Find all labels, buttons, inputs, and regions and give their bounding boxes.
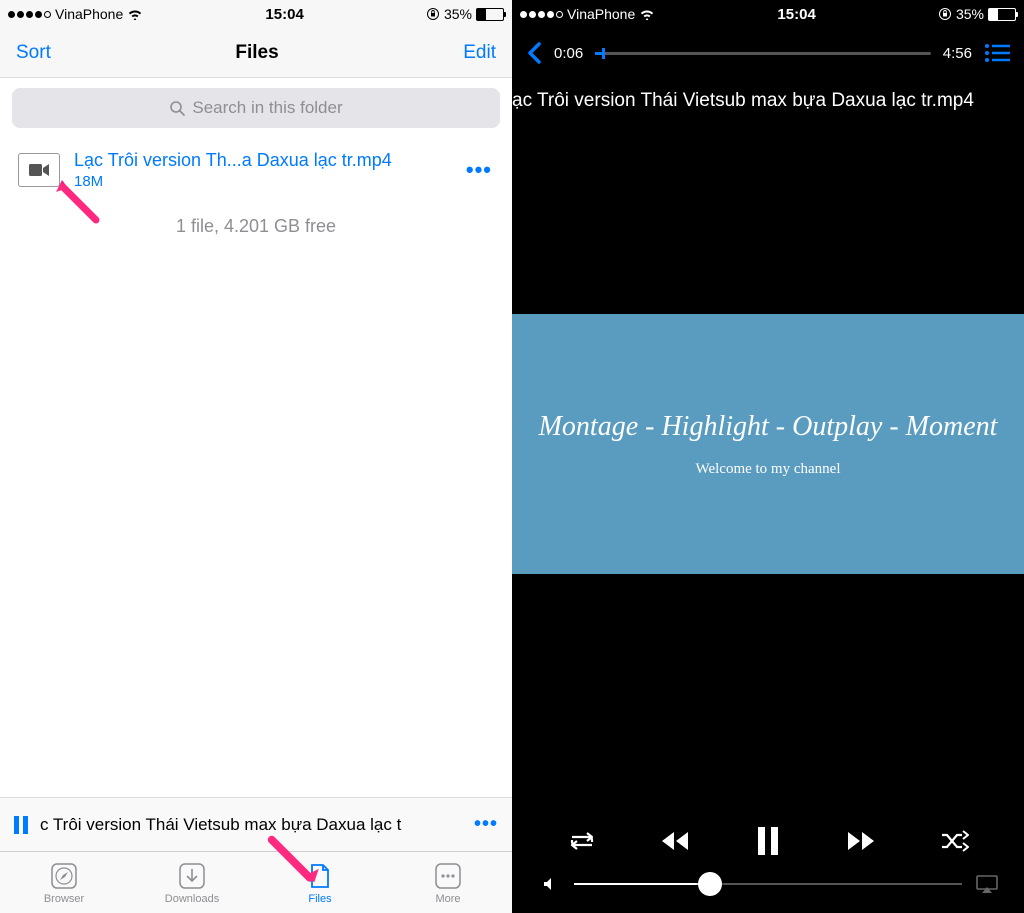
rewind-button[interactable] (655, 821, 695, 861)
search-placeholder: Search in this folder (192, 98, 342, 118)
tab-downloads[interactable]: Downloads (128, 852, 256, 913)
orientation-lock-icon (426, 7, 440, 21)
carrier-label: VinaPhone (567, 6, 635, 22)
carrier-label: VinaPhone (55, 6, 123, 22)
video-frame: Montage - Highlight - Outplay - Moment W… (512, 314, 1024, 574)
download-icon (177, 861, 207, 891)
pause-button[interactable] (748, 821, 788, 861)
airplay-button[interactable] (976, 875, 994, 893)
time-total: 4:56 (943, 45, 972, 62)
orientation-lock-icon (938, 7, 952, 21)
file-more-button[interactable]: ••• (458, 157, 500, 183)
seek-slider[interactable] (595, 52, 931, 55)
file-name: Lạc Trôi version Th...a Daxua lạc tr.mp4 (74, 150, 444, 171)
player-screen: VinaPhone 15:04 35% 0:06 4:56 ạc Trôi ve… (512, 0, 1024, 913)
wifi-icon (639, 8, 655, 20)
signal-strength (8, 11, 51, 18)
player-top-bar: 0:06 4:56 (512, 28, 1024, 78)
files-screen: VinaPhone 15:04 35% Sort Files Edit Sear… (0, 0, 512, 913)
back-button[interactable] (526, 41, 542, 65)
player-filename: ạc Trôi version Thái Vietsub max bựa Dax… (512, 78, 1024, 124)
more-icon (433, 861, 463, 891)
repeat-button[interactable] (562, 821, 602, 861)
forward-button[interactable] (841, 821, 881, 861)
search-input[interactable]: Search in this folder (12, 88, 500, 128)
volume-slider[interactable] (574, 883, 962, 885)
compass-icon (49, 861, 79, 891)
now-playing-bar[interactable]: c Trôi version Thái Vietsub max bựa Daxu… (0, 797, 512, 851)
battery-pct: 35% (956, 6, 984, 22)
clock: 15:04 (143, 6, 426, 23)
page-title: Files (235, 42, 278, 64)
battery-icon (988, 8, 1016, 21)
clock: 15:04 (655, 6, 938, 23)
video-overlay-subtitle: Welcome to my channel (696, 461, 841, 478)
tab-bar: Browser Downloads Files More (0, 851, 512, 913)
status-bar: VinaPhone 15:04 35% (0, 0, 512, 28)
status-bar: VinaPhone 15:04 35% (512, 0, 1024, 28)
tab-browser[interactable]: Browser (0, 852, 128, 913)
playlist-button[interactable] (984, 43, 1010, 63)
pause-icon[interactable] (14, 816, 28, 834)
now-playing-title: c Trôi version Thái Vietsub max bựa Daxu… (40, 815, 462, 835)
battery-icon (476, 8, 504, 21)
edit-button[interactable]: Edit (463, 42, 496, 64)
battery-pct: 35% (444, 6, 472, 22)
file-size: 18M (74, 173, 444, 190)
sort-button[interactable]: Sort (16, 42, 51, 64)
tab-more[interactable]: More (384, 852, 512, 913)
wifi-icon (127, 8, 143, 20)
nav-bar: Sort Files Edit (0, 28, 512, 78)
search-icon (169, 100, 186, 117)
shuffle-button[interactable] (934, 821, 974, 861)
video-viewport[interactable]: Montage - Highlight - Outplay - Moment W… (512, 124, 1024, 799)
signal-strength (520, 11, 563, 18)
now-playing-more-button[interactable]: ••• (474, 813, 498, 836)
time-current: 0:06 (554, 45, 583, 62)
video-overlay-title: Montage - Highlight - Outplay - Moment (539, 411, 998, 443)
player-controls (512, 799, 1024, 913)
volume-low-icon (542, 876, 560, 892)
